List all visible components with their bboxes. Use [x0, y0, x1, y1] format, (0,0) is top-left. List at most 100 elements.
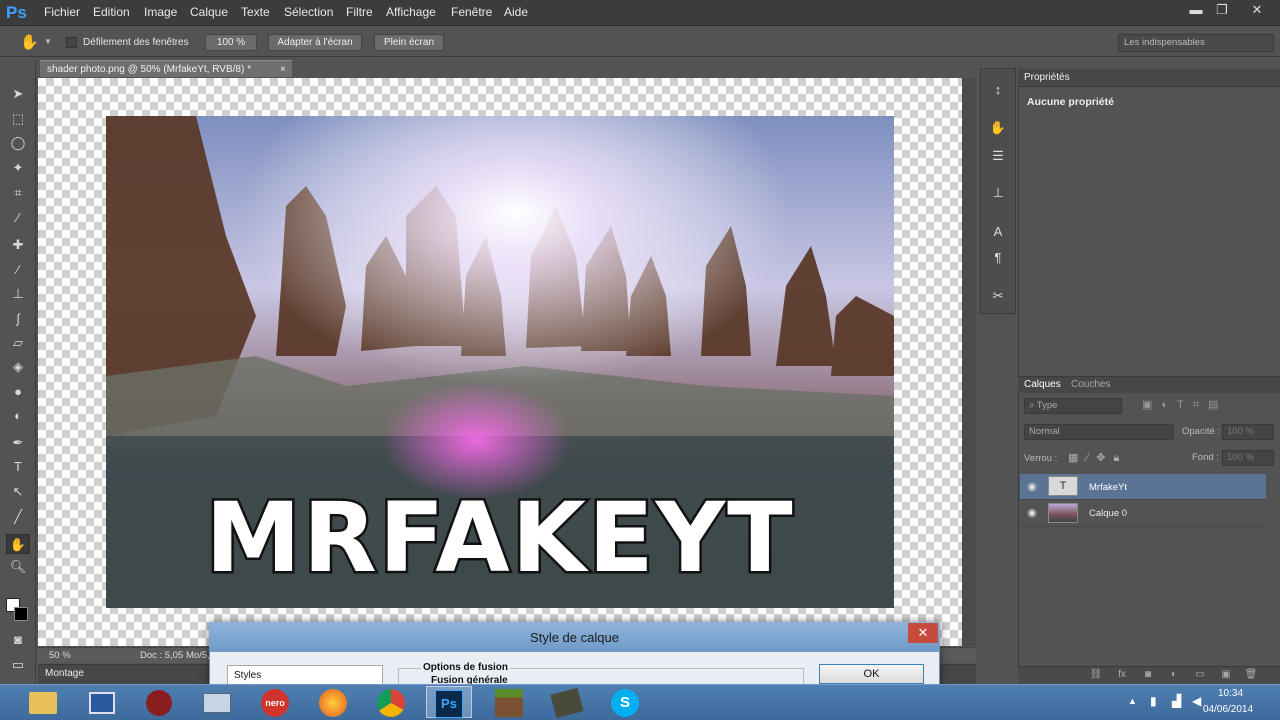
nero-icon[interactable]: nero	[252, 686, 298, 718]
ok-button[interactable]: OK	[819, 664, 924, 684]
close-document-icon[interactable]: ×	[280, 61, 286, 78]
visibility-eye-icon[interactable]: ◉	[1024, 480, 1040, 496]
paragraph-icon[interactable]: ¶	[987, 250, 1009, 270]
document-tab[interactable]: shader photo.png @ 50% (MrfakeYt, RVB/8)…	[40, 60, 292, 77]
history-brush-tool-icon[interactable]: ∫	[6, 309, 30, 329]
adjustment-layer-icon[interactable]: ◐	[1166, 669, 1182, 683]
screen-mode-icon[interactable]: ▭	[6, 655, 30, 675]
tool-preset-chevron-icon[interactable]: ▼	[44, 37, 52, 46]
fit-screen-button[interactable]: Adapter à l'écran	[268, 34, 362, 51]
tab-channels[interactable]: Couches	[1071, 379, 1110, 390]
new-layer-icon[interactable]: ▣	[1218, 669, 1234, 683]
workspace-select[interactable]: Les indispensables	[1118, 34, 1274, 52]
menu-fichier[interactable]: Fichier	[44, 5, 80, 19]
delete-layer-icon[interactable]: 🗑︎	[1243, 669, 1259, 683]
menu-calque[interactable]: Calque	[190, 5, 228, 19]
full-screen-button[interactable]: Plein écran	[374, 34, 444, 51]
history-icon[interactable]: ↕	[987, 82, 1009, 102]
properties-tab[interactable]: Propriétés	[1024, 72, 1070, 83]
dialog-close-button[interactable]: ✕	[908, 623, 938, 643]
game-icon[interactable]	[544, 686, 590, 718]
adjustments-icon[interactable]: ☰	[987, 148, 1009, 168]
media-player-icon[interactable]	[136, 686, 182, 718]
character-icon[interactable]: A	[987, 224, 1009, 244]
network-status-icon[interactable]: ▟	[1172, 694, 1181, 708]
menu-aide[interactable]: Aide	[504, 5, 528, 19]
marquee-tool-icon[interactable]: ⬚	[6, 109, 30, 129]
line-tool-icon[interactable]: ╱	[6, 507, 30, 527]
minecraft-icon[interactable]	[486, 686, 532, 718]
layer-filter-icons[interactable]: ▣◐T⌗▤	[1142, 398, 1258, 414]
skype-icon[interactable]: S	[602, 686, 648, 718]
bucket-tool-icon[interactable]: ◈	[6, 357, 30, 377]
hand-tool-active-icon[interactable]: ✋	[6, 534, 30, 554]
blur-tool-icon[interactable]: ●	[6, 382, 30, 402]
canvas-vertical-scrollbar[interactable]	[962, 78, 976, 646]
network-icon[interactable]	[79, 686, 125, 718]
file-explorer-icon[interactable]	[20, 686, 66, 718]
document-image[interactable]: MRFAKEYT	[106, 116, 894, 608]
text-layer-thumbnail-icon: T	[1048, 476, 1078, 496]
chrome-icon[interactable]	[368, 686, 414, 718]
menu-affichage[interactable]: Affichage	[386, 5, 436, 19]
eraser-tool-icon[interactable]: ▱	[6, 333, 30, 353]
zoom-level[interactable]: 50 %	[49, 650, 71, 661]
hand-tool-icon[interactable]: ✋	[20, 33, 39, 51]
path-select-tool-icon[interactable]: ↖	[6, 482, 30, 502]
battery-icon[interactable]: ▮	[1150, 694, 1157, 708]
show-hidden-icons-icon[interactable]: ▲	[1128, 696, 1137, 706]
type-tool-icon[interactable]: T	[6, 457, 30, 477]
brush-presets-icon[interactable]: ✋	[987, 120, 1009, 140]
layer-name[interactable]: Calque 0	[1089, 508, 1127, 519]
crop-tool-icon[interactable]: ⌗	[6, 183, 30, 203]
menu-filtre[interactable]: Filtre	[346, 5, 373, 19]
healing-tool-icon[interactable]: ✚	[6, 235, 30, 255]
dialog-title: Style de calque	[530, 630, 619, 645]
quick-mask-icon[interactable]: ◙	[6, 630, 30, 650]
menu-texte[interactable]: Texte	[241, 5, 270, 19]
menu-image[interactable]: Image	[144, 5, 177, 19]
quick-select-tool-icon[interactable]: ✦	[6, 158, 30, 178]
menu-edition[interactable]: Edition	[93, 5, 130, 19]
zoom-tool-icon[interactable]: 🔍︎	[6, 557, 30, 577]
restore-button[interactable]: ❐	[1209, 2, 1235, 20]
move-tool-icon[interactable]: ➤	[6, 84, 30, 104]
visibility-eye-icon[interactable]: ◉	[1024, 506, 1040, 522]
canvas-title-text: MRFAKEYT	[205, 482, 794, 594]
stamp-tool-icon[interactable]: ⊥	[6, 284, 30, 304]
menu-selection[interactable]: Sélection	[284, 5, 333, 19]
background-color-swatch[interactable]	[14, 607, 28, 621]
montage-tab[interactable]: Montage	[45, 668, 84, 679]
fill-field[interactable]: 100 %	[1222, 450, 1274, 466]
tool-presets-icon[interactable]: ✂	[987, 288, 1009, 308]
lasso-tool-icon[interactable]: ◯	[6, 133, 30, 153]
clock-date[interactable]: 04/06/2014	[1203, 704, 1253, 715]
dialog-title-bar[interactable]: Style de calque	[209, 622, 940, 652]
add-mask-icon[interactable]: ◙	[1140, 669, 1156, 683]
tab-layers[interactable]: Calques	[1024, 379, 1061, 390]
layer-filter-select[interactable]: ⌕ Type	[1024, 398, 1122, 414]
firefox-icon[interactable]	[310, 686, 356, 718]
minimize-button[interactable]: ▬	[1183, 2, 1209, 20]
layer-filter-search-icon: ⌕	[1029, 400, 1037, 411]
new-group-icon[interactable]: ▭	[1192, 669, 1208, 683]
drive-icon[interactable]	[194, 686, 240, 718]
zoom-100-button[interactable]: 100 %	[205, 34, 257, 51]
blend-mode-select[interactable]: Normal	[1024, 424, 1174, 440]
lock-icons[interactable]: ▦∕✥🔒︎	[1068, 451, 1148, 465]
menu-fenetre[interactable]: Fenêtre	[451, 5, 492, 19]
clone-source-icon[interactable]: ⊥	[987, 185, 1009, 205]
brush-tool-icon[interactable]: ∕	[6, 260, 30, 280]
layer-style-icon[interactable]: fx	[1114, 669, 1130, 683]
close-window-button[interactable]: ✕	[1244, 2, 1270, 20]
photoshop-taskbar-icon[interactable]: Ps	[426, 686, 472, 718]
layer-name[interactable]: MrfakeYt	[1089, 482, 1127, 493]
dodge-tool-icon[interactable]: ◐	[6, 406, 30, 426]
pen-tool-icon[interactable]: ✒	[6, 433, 30, 453]
eyedropper-tool-icon[interactable]: ⁄	[6, 208, 30, 228]
volume-icon[interactable]: ◀	[1192, 694, 1201, 708]
scroll-all-windows-checkbox[interactable]	[66, 37, 77, 48]
link-layers-icon[interactable]: ⛓	[1088, 669, 1104, 683]
opacity-field[interactable]: 100 %	[1222, 424, 1274, 440]
clock-time[interactable]: 10:34	[1218, 688, 1243, 699]
